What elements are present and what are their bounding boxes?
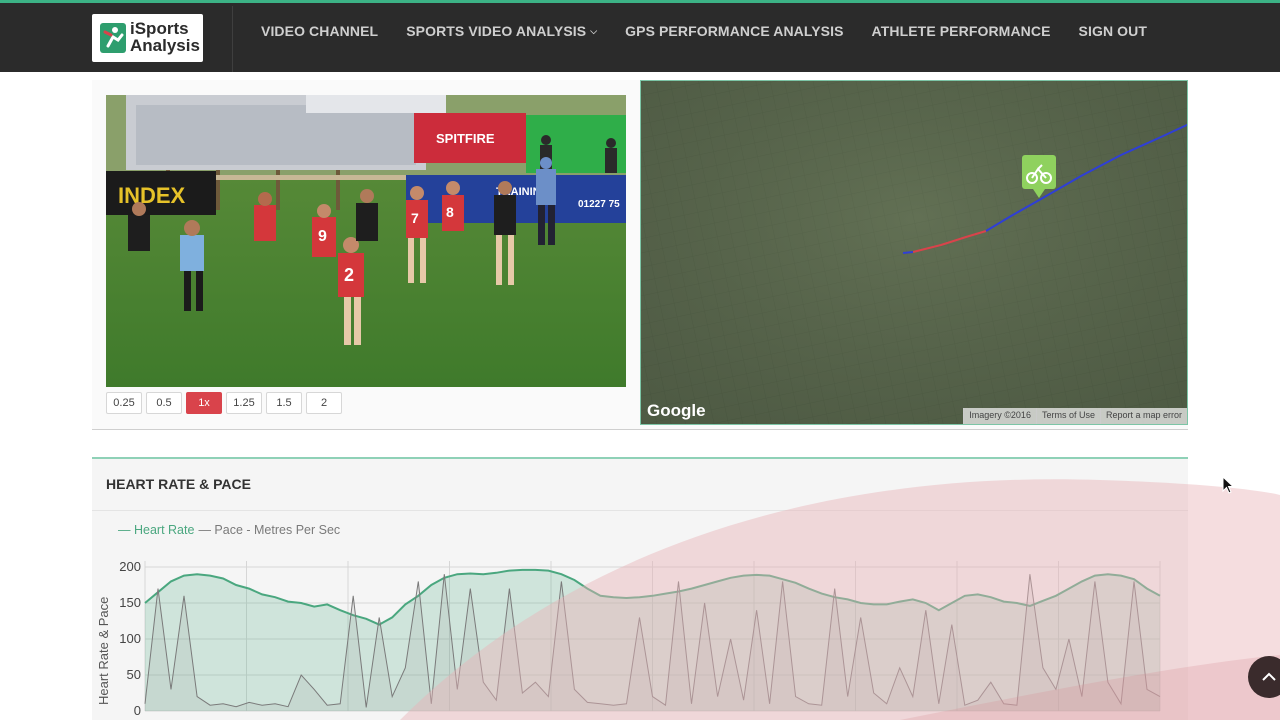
panel-divider (92, 510, 1188, 511)
cycling-marker-icon (1022, 155, 1056, 198)
y-tick-label: 50 (127, 667, 141, 682)
gps-map[interactable]: Google Imagery ©2016 Terms of Use Report… (640, 80, 1188, 425)
brand-line-2: Analysis (130, 36, 200, 55)
y-axis-ticks: 0 50 100 150 200 (119, 559, 141, 718)
chevron-up-icon (1262, 672, 1276, 681)
gps-track-start (902, 251, 914, 254)
nav-video-channel[interactable]: VIDEO CHANNEL (247, 23, 392, 39)
chart-legend: — Heart Rate — Pace - Metres Per Sec (118, 523, 340, 537)
brand-name: iSports Analysis (130, 20, 200, 54)
playback-speed-controls: 0.25 0.5 1x 1.25 1.5 2 (106, 392, 342, 414)
google-logo: Google (647, 401, 706, 420)
logo-mark-icon (100, 23, 126, 53)
nav-divider (232, 6, 233, 72)
speed-button-1-25[interactable]: 1.25 (226, 392, 262, 414)
video-player[interactable]: INDEX SPITFIRE TRAINING 01227 75 9 7 2 8 (106, 95, 626, 387)
jersey-number-2: 2 (344, 265, 354, 285)
brand-logo[interactable]: iSports Analysis (92, 14, 203, 62)
legend-heart-rate[interactable]: — Heart Rate (118, 523, 194, 537)
satellite-imagery (641, 81, 1187, 424)
legend-pace[interactable]: — Pace - Metres Per Sec (198, 523, 340, 537)
speed-button-0-5[interactable]: 0.5 (146, 392, 182, 414)
map-imagery-credit: Imagery ©2016 (963, 408, 1036, 424)
y-tick-label: 0 (134, 703, 141, 718)
y-tick-label: 150 (119, 595, 141, 610)
y-tick-label: 200 (119, 559, 141, 574)
y-axis-label-text: Heart Rate & Pace (96, 597, 111, 705)
map-report-error-link[interactable]: Report a map error (1099, 408, 1187, 424)
mouse-cursor-icon (1222, 476, 1234, 494)
speed-button-2[interactable]: 2 (306, 392, 342, 414)
map-terms-link[interactable]: Terms of Use (1035, 408, 1100, 424)
athlete-location-marker[interactable] (1021, 154, 1057, 205)
speed-button-1-5[interactable]: 1.5 (266, 392, 302, 414)
jersey-number-9: 9 (318, 228, 327, 245)
nav-sports-video-analysis-label: SPORTS VIDEO ANALYSIS (406, 23, 587, 39)
top-navbar: iSports Analysis VIDEO CHANNEL SPORTS VI… (0, 0, 1280, 72)
main-nav: VIDEO CHANNEL SPORTS VIDEO ANALYSIS ⌵ GPS… (247, 6, 1161, 56)
y-tick-label: 100 (119, 631, 141, 646)
scroll-to-top-button[interactable] (1248, 656, 1280, 698)
jersey-number-8: 8 (446, 204, 454, 220)
brand-line-1: iSports (130, 19, 189, 38)
panel-title: HEART RATE & PACE (106, 476, 251, 492)
y-axis-label: Heart Rate & Pace (96, 597, 111, 705)
speed-button-0-25[interactable]: 0.25 (106, 392, 142, 414)
heart-rate-pace-chart: 0 50 100 150 200 (119, 559, 1161, 718)
map-attribution: Imagery ©2016 Terms of Use Report a map … (963, 408, 1187, 424)
legend-pace-label: Pace - Metres Per Sec (214, 523, 341, 537)
legend-heart-rate-label: Heart Rate (133, 523, 195, 537)
nav-sign-out[interactable]: SIGN OUT (1065, 23, 1161, 39)
speed-button-1x[interactable]: 1x (186, 392, 222, 414)
nav-athlete-performance[interactable]: ATHLETE PERFORMANCE (858, 23, 1065, 39)
nav-gps-performance-analysis[interactable]: GPS PERFORMANCE ANALYSIS (611, 23, 857, 39)
ad-board-phone: 01227 75 (578, 199, 620, 210)
jersey-number-7: 7 (411, 210, 419, 226)
ad-board-index: INDEX (118, 183, 186, 208)
chevron-down-icon: ⌵ (590, 26, 598, 36)
rugby-match-frame: INDEX SPITFIRE TRAINING 01227 75 9 7 2 8 (106, 95, 626, 387)
ad-board-spitfire: SPITFIRE (436, 131, 495, 146)
nav-sports-video-analysis[interactable]: SPORTS VIDEO ANALYSIS ⌵ (392, 23, 611, 39)
